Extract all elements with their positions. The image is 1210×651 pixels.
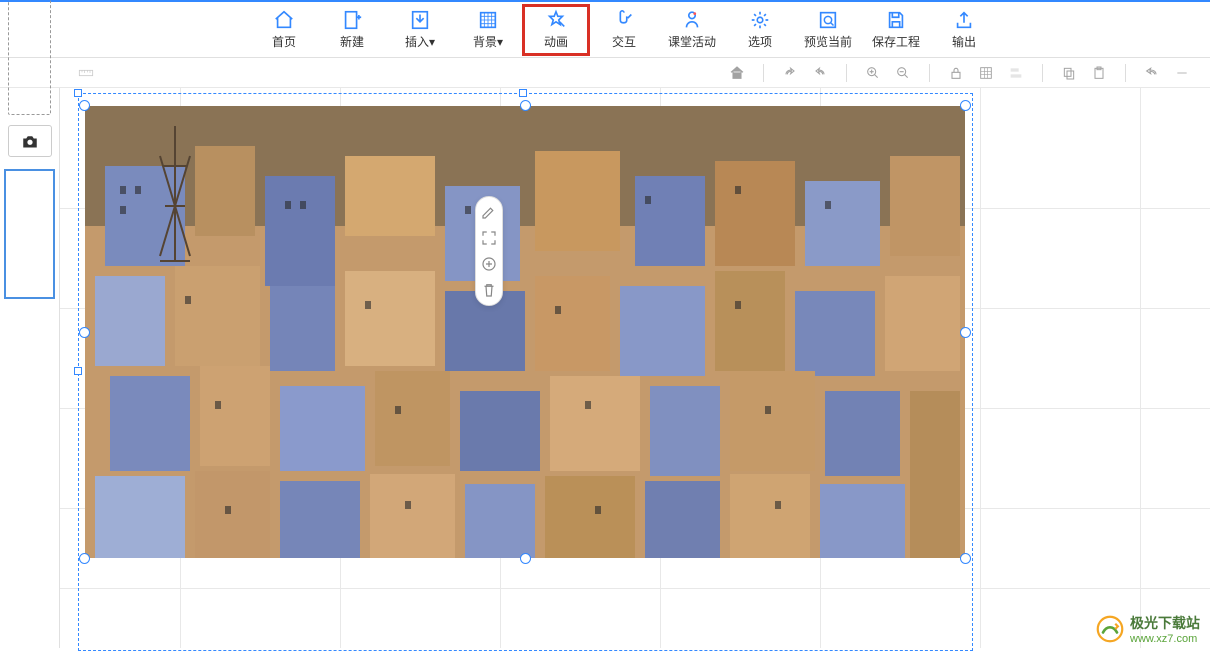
resize-handle-sw[interactable] — [79, 553, 90, 564]
camera-button[interactable] — [8, 125, 52, 157]
divider — [846, 64, 847, 82]
zoom-plus-icon[interactable] — [480, 255, 498, 273]
chevron-down-icon: ▾ — [497, 35, 503, 49]
preview-icon — [817, 9, 839, 31]
toolbar-label: 背景▾ — [473, 33, 503, 50]
toolbar-label: 动画 — [544, 33, 568, 50]
zoom-out-icon[interactable] — [895, 65, 911, 81]
fullscreen-icon[interactable] — [480, 229, 498, 247]
watermark-title: 极光下载站 — [1130, 613, 1200, 633]
save-icon — [885, 9, 907, 31]
toolbar-label: 交互 — [612, 33, 636, 50]
toolbar-background[interactable]: 背景▾ — [454, 4, 522, 56]
align-icon[interactable] — [1008, 65, 1024, 81]
gridline — [980, 88, 981, 648]
toolbar-label: 预览当前 — [804, 33, 852, 50]
toolbar-label: 保存工程 — [872, 33, 920, 50]
gear-icon — [749, 9, 771, 31]
animation-icon — [545, 9, 567, 31]
image-float-toolbar — [475, 196, 503, 306]
watermark-logo-icon — [1096, 615, 1124, 643]
resize-handle-n[interactable] — [520, 100, 531, 111]
resize-handle-w[interactable] — [79, 327, 90, 338]
classroom-icon — [681, 9, 703, 31]
outer-handle[interactable] — [74, 89, 82, 97]
toolbar-export[interactable]: 输出 — [930, 4, 998, 56]
nav-home-icon[interactable] — [729, 65, 745, 81]
home-icon — [273, 9, 295, 31]
canvas[interactable] — [60, 88, 1210, 648]
canvas-image[interactable] — [85, 106, 965, 558]
outer-handle[interactable] — [519, 89, 527, 97]
main-toolbar: 首页 新建 插入▾ 背景▾ 动画 交互 课堂活动 选项 预览当前 保存工程 输出 — [0, 2, 1210, 58]
selected-thumbnail[interactable] — [4, 169, 55, 299]
undo-icon[interactable] — [812, 65, 828, 81]
watermark-url: www.xz7.com — [1130, 633, 1200, 645]
toolbar-options[interactable]: 选项 — [726, 4, 794, 56]
outer-handle[interactable] — [74, 367, 82, 375]
toolbar-label: 选项 — [748, 33, 772, 50]
workspace — [0, 88, 1210, 648]
copy-icon[interactable] — [1061, 65, 1077, 81]
ruler-icon[interactable] — [78, 65, 94, 81]
background-icon — [477, 9, 499, 31]
resize-handle-ne[interactable] — [960, 100, 971, 111]
redo-icon[interactable] — [782, 65, 798, 81]
delete-icon[interactable] — [480, 281, 498, 299]
resize-handle-s[interactable] — [520, 553, 531, 564]
interact-icon — [613, 9, 635, 31]
slide-panel — [0, 88, 60, 648]
resize-handle-se[interactable] — [960, 553, 971, 564]
chevron-down-icon: ▾ — [429, 35, 435, 49]
divider — [1042, 64, 1043, 82]
camera-icon — [21, 134, 39, 149]
toolbar-animation[interactable]: 动画 — [522, 4, 590, 56]
new-icon — [341, 9, 363, 31]
toolbar-label: 首页 — [272, 33, 296, 50]
toolbar-interact[interactable]: 交互 — [590, 4, 658, 56]
divider — [929, 64, 930, 82]
toolbar-label: 新建 — [340, 33, 364, 50]
toolbar-preview[interactable]: 预览当前 — [794, 4, 862, 56]
thumbnail-placeholder[interactable] — [8, 0, 51, 115]
toolbar-label: 课堂活动 — [668, 33, 716, 50]
resize-handle-e[interactable] — [960, 327, 971, 338]
insert-icon — [409, 9, 431, 31]
toolbar-save[interactable]: 保存工程 — [862, 4, 930, 56]
toolbar-insert[interactable]: 插入▾ — [386, 4, 454, 56]
cityscape-image — [85, 106, 965, 558]
toolbar-new[interactable]: 新建 — [318, 4, 386, 56]
toolbar-label: 输出 — [952, 33, 976, 50]
back-icon[interactable] — [1144, 65, 1160, 81]
lock-icon[interactable] — [948, 65, 964, 81]
toolbar-classroom[interactable]: 课堂活动 — [658, 4, 726, 56]
grid-icon[interactable] — [978, 65, 994, 81]
toolbar-home[interactable]: 首页 — [250, 4, 318, 56]
divider — [763, 64, 764, 82]
secondary-toolbar — [0, 58, 1210, 88]
export-icon — [953, 9, 975, 31]
divider — [1125, 64, 1126, 82]
resize-handle-nw[interactable] — [79, 100, 90, 111]
paste-icon[interactable] — [1091, 65, 1107, 81]
gridline — [1140, 88, 1141, 648]
edit-icon[interactable] — [480, 203, 498, 221]
minus-icon[interactable] — [1174, 65, 1190, 81]
toolbar-label: 插入▾ — [405, 33, 435, 50]
zoom-in-icon[interactable] — [865, 65, 881, 81]
watermark: 极光下载站 www.xz7.com — [1096, 613, 1200, 645]
